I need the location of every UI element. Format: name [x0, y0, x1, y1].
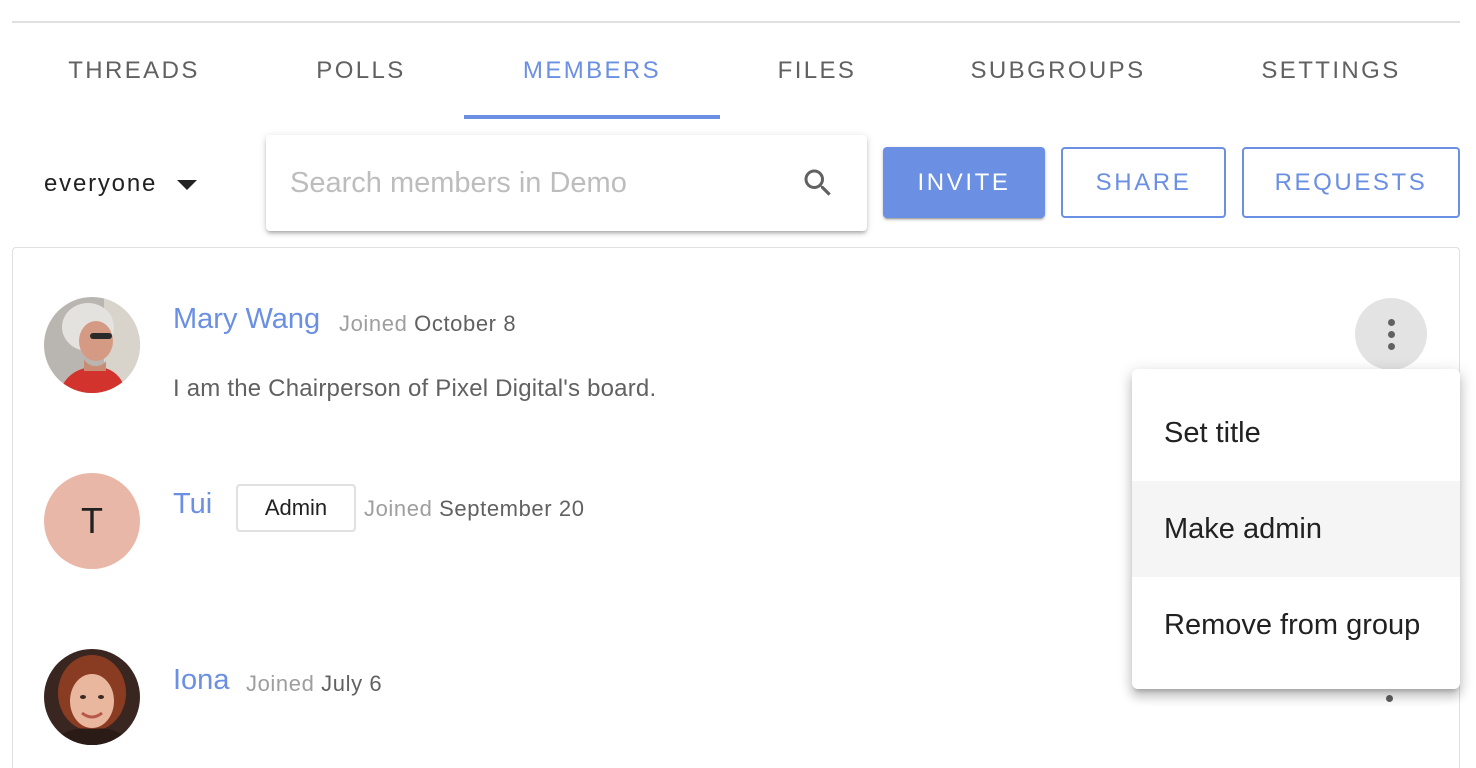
joined-label: Joined: [339, 311, 408, 336]
member-actions-menu: Set title Make admin Remove from group: [1132, 369, 1460, 689]
tab-settings[interactable]: SETTINGS: [1202, 23, 1460, 119]
invite-button[interactable]: INVITE: [883, 147, 1045, 218]
member-filter-value: everyone: [44, 170, 158, 197]
joined-date: September 20: [439, 496, 585, 521]
member-photo: [44, 649, 140, 745]
tab-threads[interactable]: THREADS: [12, 23, 256, 119]
member-menu-button[interactable]: [1355, 298, 1427, 370]
menu-item-make-admin[interactable]: Make admin: [1132, 481, 1460, 577]
member-name[interactable]: Iona: [173, 664, 229, 697]
tab-subgroups[interactable]: SUBGROUPS: [914, 23, 1202, 119]
joined-date: July 6: [321, 671, 383, 696]
joined-date: October 8: [414, 311, 517, 336]
joined-label: Joined: [246, 671, 315, 696]
menu-item-set-title[interactable]: Set title: [1132, 385, 1460, 481]
more-vert-icon-dot: [1387, 342, 1395, 350]
search-input[interactable]: [290, 159, 780, 207]
more-vert-icon[interactable]: [1386, 695, 1393, 702]
joined-info: Joined September 20: [364, 496, 585, 522]
active-tab-indicator: [464, 115, 720, 119]
menu-item-remove-from-group[interactable]: Remove from group: [1132, 577, 1460, 673]
avatar[interactable]: T: [44, 473, 140, 569]
tab-files[interactable]: FILES: [720, 23, 914, 119]
joined-info: Joined October 8: [339, 311, 516, 337]
search-icon[interactable]: [800, 165, 836, 201]
member-name[interactable]: Mary Wang: [173, 303, 320, 336]
more-vert-icon-dot: [1387, 330, 1395, 338]
joined-info: Joined July 6: [246, 671, 382, 697]
requests-button[interactable]: REQUESTS: [1242, 147, 1460, 218]
admin-badge: Admin: [236, 484, 356, 532]
member-bio: I am the Chairperson of Pixel Digital's …: [173, 375, 657, 402]
avatar[interactable]: [44, 297, 140, 393]
member-filter-dropdown[interactable]: everyone: [44, 160, 198, 208]
tab-polls[interactable]: POLLS: [248, 23, 474, 119]
more-vert-icon: [1387, 318, 1395, 326]
member-name[interactable]: Tui: [173, 488, 212, 521]
joined-label: Joined: [364, 496, 433, 521]
tab-members[interactable]: MEMBERS: [464, 23, 720, 119]
group-tabs: THREADS POLLS MEMBERS FILES SUBGROUPS SE…: [12, 23, 1460, 119]
share-button[interactable]: SHARE: [1061, 147, 1226, 218]
member-search-box: [266, 135, 867, 231]
avatar[interactable]: [44, 649, 140, 745]
caret-down-icon: [177, 180, 198, 190]
member-photo: [44, 297, 140, 393]
